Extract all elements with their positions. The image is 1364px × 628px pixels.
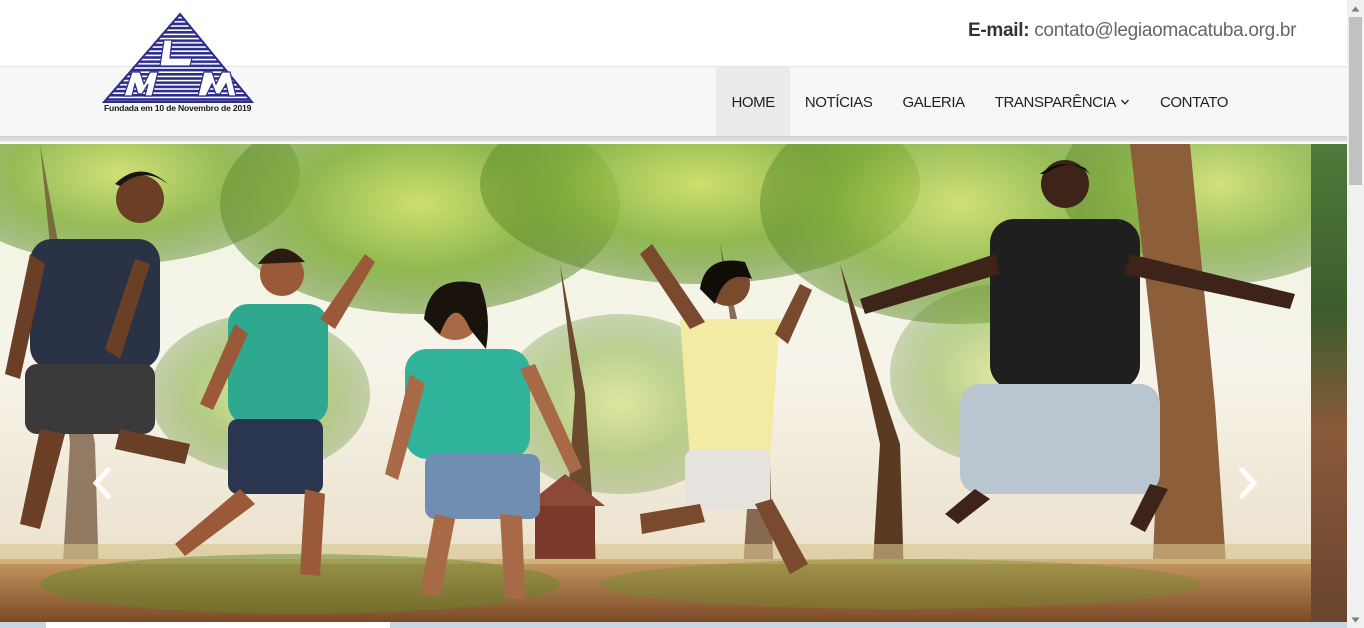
scroll-up-arrow-icon[interactable] <box>1347 0 1364 17</box>
nav-galeria[interactable]: GALERIA <box>888 67 980 137</box>
nav-transparencia-label: TRANSPARÊNCIA <box>994 93 1117 111</box>
navbar-shadow <box>0 136 1347 142</box>
scroll-thumb[interactable] <box>1349 17 1362 185</box>
main-menu: HOME NOTÍCIAS GALERIA TRANSPARÊNCIA CONT… <box>716 67 1243 137</box>
content-card <box>46 622 390 628</box>
nav-home[interactable]: HOME <box>716 67 790 137</box>
nav-noticias[interactable]: NOTÍCIAS <box>790 67 888 137</box>
content-strip <box>0 622 1347 628</box>
chevron-left-icon[interactable] <box>88 466 118 500</box>
nav-transparencia[interactable]: TRANSPARÊNCIA <box>980 67 1145 137</box>
nav-contato[interactable]: CONTATO <box>1145 67 1243 137</box>
chevron-down-icon <box>1120 99 1129 105</box>
nav-contato-label: CONTATO <box>1159 93 1228 111</box>
vertical-scrollbar[interactable] <box>1347 0 1364 628</box>
chevron-right-icon[interactable] <box>1232 466 1262 500</box>
email-label: E-mail: <box>968 20 1030 41</box>
contact-email: E-mail: contato@legiaomacatuba.org.br <box>968 20 1297 42</box>
scroll-down-arrow-icon[interactable] <box>1347 611 1364 628</box>
logo-caption: Fundada em 10 de Novembro de 2019 <box>104 103 252 113</box>
site-logo[interactable]: Fundada em 10 de Novembro de 2019 <box>100 10 260 120</box>
nav-home-label: HOME <box>731 93 775 111</box>
nav-galeria-label: GALERIA <box>902 93 966 111</box>
hero-slide-image <box>0 144 1347 622</box>
email-link[interactable]: contato@legiaomacatuba.org.br <box>1034 20 1296 41</box>
nav-noticias-label: NOTÍCIAS <box>804 93 873 111</box>
hero-slider <box>0 144 1347 622</box>
next-slide-peek <box>1311 144 1347 622</box>
